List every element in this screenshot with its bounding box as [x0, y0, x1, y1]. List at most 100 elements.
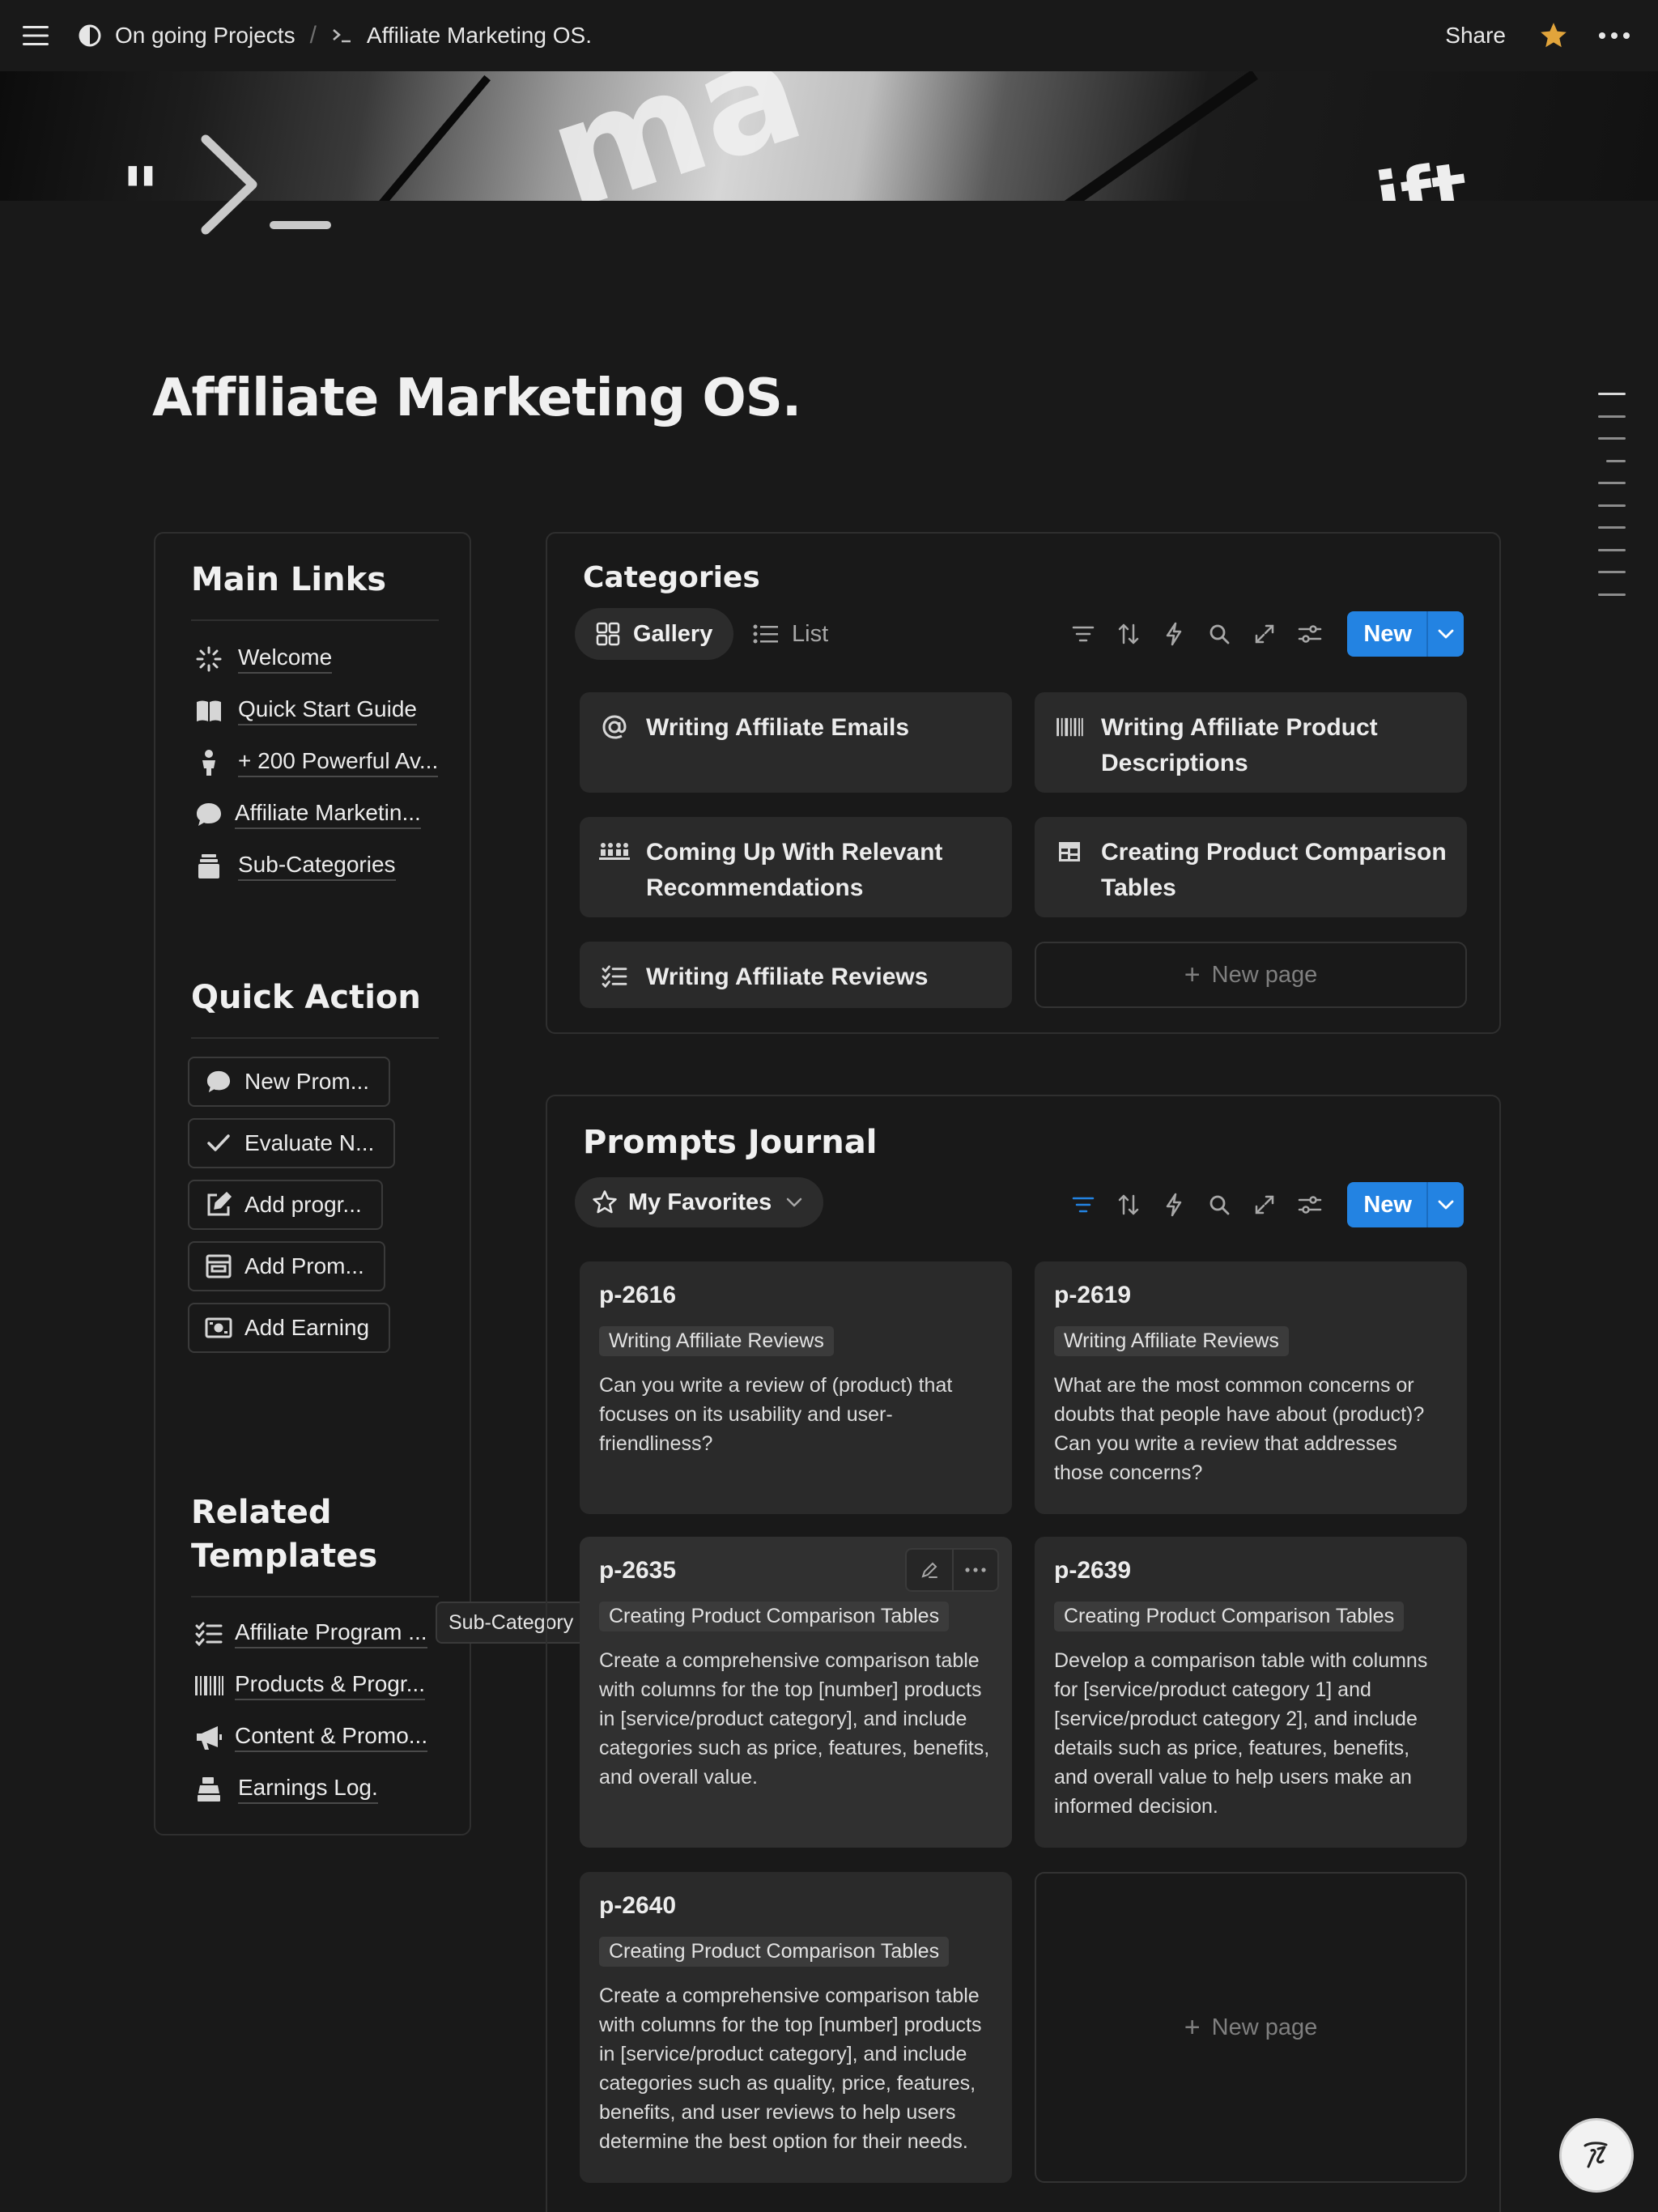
- new-page-button[interactable]: + New page: [1035, 1872, 1467, 2183]
- tab-list[interactable]: List: [732, 608, 849, 660]
- sidebar-item-sub-categories[interactable]: Sub-Categories: [194, 847, 396, 886]
- prompt-card-p-2640[interactable]: p-2640 Creating Product Comparison Table…: [580, 1872, 1012, 2183]
- main-links-heading: Main Links: [191, 561, 386, 598]
- chat-bubble-icon: [194, 800, 223, 829]
- table-icon: [1054, 836, 1085, 867]
- prompts-toolbar: New: [1061, 1182, 1464, 1227]
- menu-icon[interactable]: [21, 21, 57, 50]
- sparkle-icon: [194, 644, 223, 674]
- breadcrumb-item-affiliate-marketing[interactable]: Affiliate Marketing OS.: [331, 23, 592, 49]
- sidebar-item-label: Earnings Log.: [238, 1775, 378, 1804]
- prompt-text: What are the most common concerns or dou…: [1054, 1374, 1425, 1484]
- filter-icon[interactable]: [1061, 611, 1106, 657]
- more-icon[interactable]: [952, 1550, 997, 1590]
- archive-icon: [194, 852, 223, 881]
- more-icon[interactable]: [1598, 32, 1630, 40]
- settings-sliders-icon[interactable]: [1287, 1182, 1333, 1227]
- expand-icon[interactable]: [1242, 1182, 1287, 1227]
- cash-register-icon: [194, 1775, 223, 1804]
- prompt-card-p-2619[interactable]: p-2619 Writing Affiliate Reviews What ar…: [1035, 1261, 1467, 1514]
- add-program-button[interactable]: Add progr...: [188, 1180, 383, 1230]
- sub-category-tag: Creating Product Comparison Tables: [599, 1937, 950, 1967]
- category-card-affiliate-reviews[interactable]: Writing Affiliate Reviews: [580, 942, 1012, 1008]
- category-label: Writing Affiliate Reviews: [646, 963, 929, 990]
- breadcrumb-label: Affiliate Marketing OS.: [366, 23, 592, 48]
- automation-icon[interactable]: [1151, 1182, 1197, 1227]
- settings-sliders-icon[interactable]: [1287, 611, 1333, 657]
- automation-icon[interactable]: [1151, 611, 1197, 657]
- breadcrumb-item-ongoing-projects[interactable]: On going Projects: [78, 23, 295, 49]
- sidebar-item-label: Quick Start Guide: [238, 696, 417, 725]
- new-button[interactable]: New: [1347, 1182, 1464, 1227]
- search-icon[interactable]: [1197, 611, 1242, 657]
- new-page-button[interactable]: + New page: [1035, 942, 1467, 1008]
- tab-gallery[interactable]: Gallery: [575, 608, 734, 660]
- chat-bubble-icon: [204, 1067, 233, 1096]
- sub-category-tag[interactable]: Creating Product Comparison Tables: [599, 1602, 950, 1631]
- category-card-recommendations[interactable]: Coming Up With Relevant Recommendations: [580, 817, 1012, 917]
- sidebar-item-earnings-log[interactable]: Earnings Log.: [194, 1770, 378, 1809]
- prompts-journal-panel: Prompts Journal My Favorites New p-2616 …: [546, 1095, 1501, 2212]
- search-icon[interactable]: [1197, 1182, 1242, 1227]
- prompt-id: p-2616: [599, 1282, 677, 1308]
- prompt-card-p-2635[interactable]: p-2635 Creating Product Comparison Table…: [580, 1537, 1012, 1848]
- card-actions: [905, 1548, 999, 1592]
- expand-icon[interactable]: [1242, 611, 1287, 657]
- tab-label: Gallery: [633, 620, 713, 647]
- view-selector-my-favorites[interactable]: My Favorites: [575, 1177, 824, 1227]
- star-icon[interactable]: [1538, 20, 1569, 51]
- sidebar-item-affiliate-marketing[interactable]: Affiliate Marketin...: [194, 795, 421, 834]
- sidebar-item-affiliate-program[interactable]: Affiliate Program ...: [194, 1614, 427, 1653]
- page-title: Affiliate Marketing OS.: [152, 368, 801, 428]
- add-prompt-button[interactable]: Add Prom...: [188, 1241, 385, 1291]
- new-prompt-button[interactable]: New Prom...: [188, 1057, 391, 1107]
- share-button[interactable]: Share: [1445, 23, 1506, 49]
- contrast-icon: [78, 23, 102, 48]
- sidebar-item-label: Sub-Categories: [238, 852, 396, 881]
- terminal-icon[interactable]: [194, 130, 340, 235]
- chevron-down-icon: [786, 1197, 802, 1207]
- prompt-id: p-2619: [1054, 1282, 1132, 1308]
- button-label: Add progr...: [244, 1192, 362, 1217]
- button-label: Add Prom...: [244, 1253, 364, 1278]
- category-card-product-descriptions[interactable]: Writing Affiliate Product Descriptions: [1035, 692, 1467, 793]
- new-button[interactable]: New: [1347, 611, 1464, 657]
- sub-category-tag: Writing Affiliate Reviews: [1054, 1326, 1289, 1356]
- button-label: New Prom...: [244, 1069, 370, 1094]
- table-of-contents[interactable]: [1596, 393, 1626, 615]
- help-assistant-icon[interactable]: [1559, 2118, 1634, 2193]
- sidebar-item-label: + 200 Powerful Av...: [238, 748, 439, 777]
- edit-icon[interactable]: [907, 1550, 952, 1590]
- new-button-label: New: [1363, 620, 1412, 647]
- sidebar-item-welcome[interactable]: Welcome: [194, 640, 333, 678]
- sidebar-item-products-programs[interactable]: Products & Progr...: [194, 1666, 425, 1705]
- prompt-card-p-2616[interactable]: p-2616 Writing Affiliate Reviews Can you…: [580, 1261, 1012, 1514]
- chevron-down-icon[interactable]: [1426, 611, 1464, 657]
- category-card-writing-affiliate-emails[interactable]: Writing Affiliate Emails: [580, 692, 1012, 793]
- sidebar: Main Links Welcome Quick Start Guide + 2…: [154, 532, 471, 1836]
- category-label: Coming Up With Relevant Recommendations: [646, 839, 943, 901]
- sort-icon[interactable]: [1106, 611, 1151, 657]
- add-earning-button[interactable]: Add Earning: [188, 1303, 391, 1353]
- sidebar-item-label: Welcome: [238, 644, 333, 674]
- sidebar-item-quick-start-guide[interactable]: Quick Start Guide: [194, 691, 417, 730]
- barcode-icon: [1054, 712, 1085, 742]
- sub-category-tag: Creating Product Comparison Tables: [1054, 1602, 1405, 1631]
- plus-icon: +: [1184, 959, 1201, 990]
- prompt-id: p-2640: [599, 1892, 677, 1919]
- category-card-comparison-tables[interactable]: Creating Product Comparison Tables: [1035, 817, 1467, 917]
- chevron-down-icon[interactable]: [1426, 1182, 1464, 1227]
- barcode-icon: [194, 1671, 223, 1700]
- prompt-card-p-2639[interactable]: p-2639 Creating Product Comparison Table…: [1035, 1537, 1467, 1848]
- sidebar-item-label: Affiliate Marketin...: [235, 800, 421, 829]
- filter-icon[interactable]: [1061, 1182, 1106, 1227]
- sort-icon[interactable]: [1106, 1182, 1151, 1227]
- category-label: Writing Affiliate Product Descriptions: [1101, 714, 1378, 776]
- categories-toolbar: New: [1061, 611, 1464, 657]
- evaluate-button[interactable]: Evaluate N...: [188, 1118, 396, 1168]
- new-page-label: New page: [1211, 961, 1318, 988]
- sidebar-item-content-promotion[interactable]: Content & Promo...: [194, 1718, 428, 1757]
- prompts-title: Prompts Journal: [583, 1124, 878, 1161]
- sidebar-item-avatars[interactable]: + 200 Powerful Av...: [194, 743, 439, 782]
- sub-category-tag: Writing Affiliate Reviews: [599, 1326, 834, 1356]
